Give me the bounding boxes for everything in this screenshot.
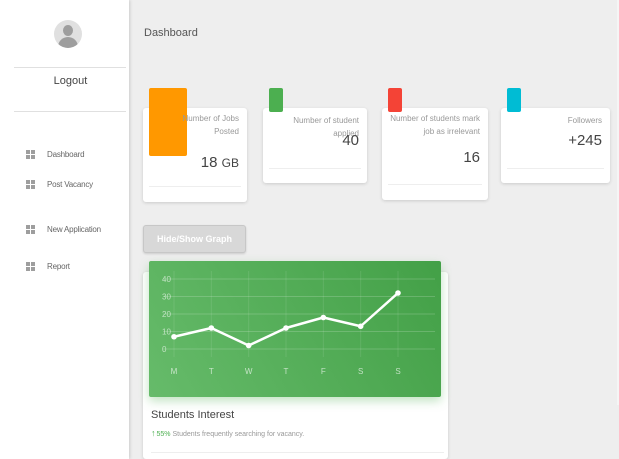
y-tick-label: 10 — [162, 328, 171, 337]
arrow-up-icon: ↑ — [151, 428, 156, 438]
data-point — [245, 342, 252, 349]
avatar[interactable] — [54, 20, 82, 48]
card-category: Number of Jobs Posted — [182, 114, 239, 136]
grid-icon — [26, 224, 35, 234]
avatar-head — [63, 25, 73, 36]
grid-icon — [26, 179, 35, 189]
x-tick-label: W — [245, 367, 253, 376]
sidebar-item-report[interactable]: Report — [26, 259, 70, 273]
card-value: +245 — [568, 132, 602, 149]
data-point — [208, 325, 215, 331]
avatar-body — [58, 37, 78, 48]
chart-panel: 0 10 20 30 40 M T W T F S S — [149, 261, 441, 397]
chart-subtitle: ↑55% Students frequently searching for v… — [151, 428, 304, 438]
x-tick-label: S — [358, 367, 363, 376]
y-tick-label: 20 — [162, 310, 171, 319]
card-category: Followers — [567, 116, 602, 125]
x-tick-label: S — [395, 367, 400, 376]
grid-icon — [26, 149, 35, 159]
card-value: 40 — [342, 132, 359, 149]
card-value-number: 18 — [200, 154, 218, 171]
card-value: 18 GB — [201, 154, 239, 171]
card-icon-tile — [269, 88, 283, 112]
hide-show-graph-button[interactable]: Hide/Show Graph — [143, 225, 246, 253]
sidebar: Logout Dashboard Post Vacancy New Applic… — [0, 0, 129, 459]
chart-subtitle-text: Students frequently searching for vacanc… — [170, 431, 305, 438]
data-point — [283, 325, 289, 331]
sidebar-item-new-application[interactable]: New Application — [26, 222, 101, 236]
logout-button[interactable]: Logout — [0, 75, 141, 87]
card-footer-line — [388, 184, 482, 185]
sidebar-item-label: Dashboard — [47, 149, 85, 159]
page-title: Dashboard — [144, 27, 198, 39]
x-tick-label: T — [284, 367, 289, 376]
card-footer-line — [507, 168, 604, 169]
stat-card-followers: Followers +245 — [501, 88, 610, 183]
x-tick-label: T — [209, 367, 214, 376]
data-point — [395, 290, 401, 296]
sidebar-item-post-vacancy[interactable]: Post Vacancy — [26, 177, 93, 191]
data-point — [171, 333, 177, 340]
sidebar-item-label: New Application — [47, 224, 101, 234]
x-tick-label: M — [171, 367, 178, 376]
y-tick-label: 0 — [162, 345, 167, 354]
y-tick-label: 40 — [162, 275, 171, 284]
line-chart: 0 10 20 30 40 M T W T F S S — [162, 271, 435, 376]
card-category: Number of students mark job as irrelevan… — [390, 114, 480, 136]
y-tick-label: 30 — [162, 293, 171, 302]
stat-card-jobs-posted: Number of Jobs Posted 18 GB — [143, 88, 247, 202]
chart-title: Students Interest — [151, 409, 235, 421]
sidebar-divider — [14, 67, 126, 68]
data-point — [357, 323, 364, 330]
card-footer-line — [149, 186, 241, 187]
stat-card-irrelevant-marks: Number of students mark job as irrelevan… — [382, 88, 488, 200]
sidebar-item-label: Report — [47, 261, 70, 271]
x-tick-label: F — [321, 367, 326, 376]
sidebar-item-label: Post Vacancy — [47, 179, 93, 189]
grid-icon — [26, 261, 35, 271]
card-icon-tile — [507, 88, 521, 112]
stat-card-students-applied: Number of student applied 40 — [263, 88, 367, 183]
sidebar-item-dashboard[interactable]: Dashboard — [26, 147, 85, 161]
chart-footer-line — [151, 452, 444, 453]
card-icon-tile — [388, 88, 402, 112]
data-point — [320, 314, 327, 321]
chart-percent: 55% — [156, 431, 171, 438]
card-value: 16 — [463, 149, 480, 166]
card-value-unit: GB — [221, 156, 239, 170]
card-footer-line — [269, 168, 361, 169]
sidebar-divider — [14, 111, 126, 112]
